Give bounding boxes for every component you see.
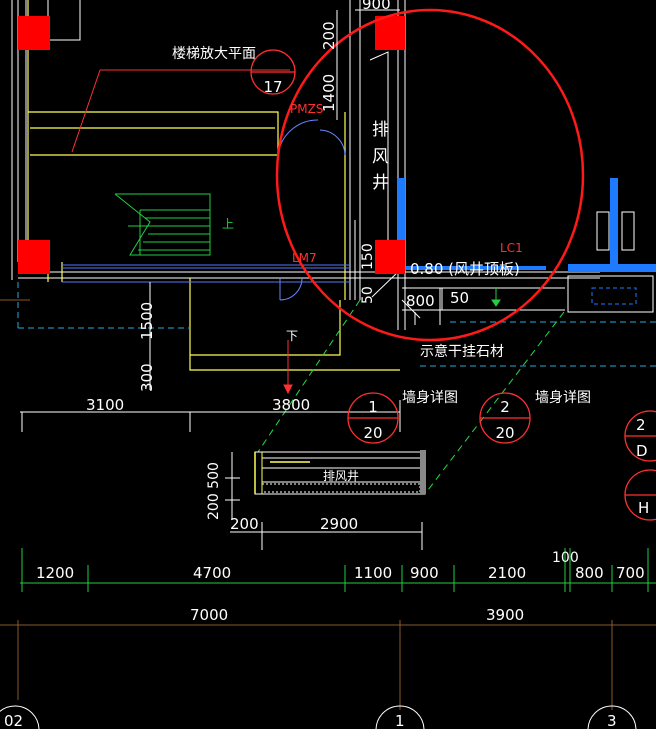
dim-200-vertical: 200 — [320, 21, 338, 50]
grid-dim-800: 800 — [575, 564, 604, 582]
shaft-label-1: 排 — [372, 120, 389, 140]
dim-3100: 3100 — [86, 396, 124, 414]
bubble-4-top: H — [638, 499, 649, 517]
shaft-detail-label: 排风井 — [323, 469, 359, 483]
grid-dim-1200: 1200 — [36, 564, 74, 582]
stair-leader — [71, 69, 101, 153]
dim-3800: 3800 — [272, 396, 310, 414]
axis-bubbles — [0, 705, 637, 729]
shaft-box-2 — [621, 211, 635, 251]
doors — [277, 119, 346, 301]
grid-dim-2100: 2100 — [488, 564, 526, 582]
dry-stone-label: 示意干挂石材 — [420, 343, 504, 360]
stair-symbol — [114, 193, 211, 256]
grid-dim-900: 900 — [410, 564, 439, 582]
axis-label-3: 3 — [607, 712, 617, 729]
floor-plan-drawing: 楼梯放大平面 17 PMZS 排 风 井 LC1 LM7 0.80 (风井顶板)… — [0, 0, 656, 729]
bubble-1-top: 1 — [368, 398, 378, 416]
dim-50-mid: 50 — [450, 289, 469, 307]
door-label-lm7: LM7 — [292, 251, 317, 265]
dim-2900: 2900 — [320, 515, 358, 533]
bubble-2-top: 2 — [500, 398, 510, 416]
cyan-dashed — [17, 282, 656, 367]
dim-200-bottom: 200 — [230, 515, 259, 533]
top-slab-label: 0.80 (风井顶板) — [410, 260, 520, 278]
dim-1500: 1500 — [138, 302, 156, 340]
total-dim-7000: 7000 — [190, 606, 228, 624]
dim-1400-vertical: 1400 — [320, 74, 338, 112]
bubble-1-bottom: 20 — [363, 424, 382, 442]
dim-150: 150 — [360, 243, 376, 270]
bubble-3-bottom: D — [636, 442, 648, 460]
cad-viewport[interactable]: 楼梯放大平面 17 PMZS 排 风 井 LC1 LM7 0.80 (风井顶板)… — [0, 0, 656, 729]
grid-dim-1100: 1100 — [354, 564, 392, 582]
highlight-circle — [275, 8, 585, 342]
windows — [397, 178, 656, 272]
dim-50-vertical: 50 — [360, 286, 376, 304]
total-dim-3900: 3900 — [486, 606, 524, 624]
stair-plan-label: 楼梯放大平面 — [172, 46, 256, 62]
grid-dim-700: 700 — [616, 564, 645, 582]
grid-dim-4700: 4700 — [193, 564, 231, 582]
shaft-label-2: 风 — [372, 147, 389, 167]
axis-label-1: 1 — [395, 712, 405, 729]
dim-300: 300 — [138, 363, 156, 392]
dim-200-500: 200 500 — [206, 462, 222, 520]
axis-grid — [0, 299, 656, 710]
shaft-label-3: 井 — [372, 173, 389, 193]
dim-900-top: 900 — [362, 0, 391, 13]
axis-label-02: 02 — [4, 712, 23, 729]
wall-detail-label-2: 墙身详图 — [535, 390, 591, 406]
vent-dashed-box — [591, 287, 637, 305]
dim-800-mid: 800 — [406, 292, 435, 310]
door-label-pm: PMZS — [290, 102, 323, 116]
wall-detail-label-1: 墙身详图 — [402, 390, 458, 406]
bubble-2-bottom: 20 — [495, 424, 514, 442]
down-label: 下 — [286, 329, 298, 343]
stair-plan-number: 17 — [263, 78, 282, 96]
window-label-lc1: LC1 — [500, 241, 523, 255]
shaft-box — [596, 211, 610, 251]
bubble-3-top: 2 — [636, 416, 646, 434]
up-label: 上 — [222, 217, 234, 231]
